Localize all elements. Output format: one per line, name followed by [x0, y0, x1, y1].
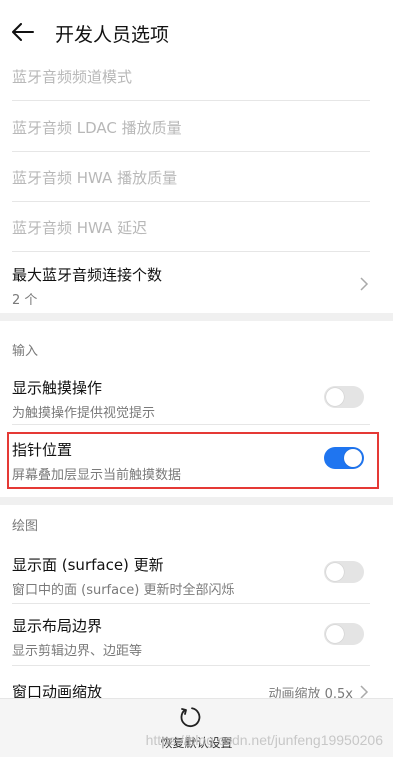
divider	[12, 151, 370, 152]
divider	[12, 100, 370, 101]
item-title: 蓝牙音频 HWA 播放质量	[12, 169, 178, 187]
divider	[12, 665, 370, 666]
item-subtitle: 为触摸操作提供视觉提示	[12, 406, 156, 421]
toggle-knob	[326, 563, 344, 581]
list-item-bt-ldac: 蓝牙音频 LDAC 播放质量	[12, 117, 370, 138]
list-item-bt-max-connections[interactable]: 最大蓝牙音频连接个数 2 个	[12, 264, 370, 308]
layout-bounds-toggle[interactable]	[324, 623, 364, 645]
chevron-right-icon	[359, 684, 369, 699]
toggle-knob	[344, 449, 362, 467]
item-title: 最大蓝牙音频连接个数	[12, 266, 163, 284]
item-subtitle: 2 个	[12, 293, 38, 308]
item-subtitle: 显示剪辑边界、边距等	[12, 644, 143, 659]
item-title: 显示布局边界	[12, 617, 103, 635]
divider	[12, 603, 370, 604]
list-item-surface-updates[interactable]: 显示面 (surface) 更新 窗口中的面 (surface) 更新时全部闪烁	[12, 554, 370, 598]
page-title: 开发人员选项	[55, 24, 170, 46]
list-item-bt-channel-mode: 蓝牙音频频道模式	[12, 66, 370, 87]
app-header: 开发人员选项	[0, 0, 393, 60]
reset-defaults-button[interactable]: 恢复默认设置	[0, 698, 393, 757]
arrow-left-icon[interactable]	[8, 18, 38, 46]
item-title: 显示面 (surface) 更新	[12, 556, 164, 574]
pointer-location-toggle[interactable]	[324, 447, 364, 469]
item-subtitle: 屏幕叠加层显示当前触摸数据	[12, 468, 182, 483]
list-item-pointer-location[interactable]: 指针位置 屏幕叠加层显示当前触摸数据	[12, 439, 370, 483]
chevron-right-icon	[359, 276, 369, 291]
item-title: 蓝牙音频 LDAC 播放质量	[12, 119, 182, 137]
section-gap	[0, 313, 393, 321]
list-item-bt-hwa: 蓝牙音频 HWA 播放质量	[12, 167, 370, 188]
section-gap	[0, 497, 393, 505]
item-subtitle: 窗口中的面 (surface) 更新时全部闪烁	[12, 583, 235, 598]
item-title: 蓝牙音频 HWA 延迟	[12, 219, 148, 237]
divider	[12, 201, 370, 202]
show-touches-toggle[interactable]	[324, 386, 364, 408]
list-item-show-touches[interactable]: 显示触摸操作 为触摸操作提供视觉提示	[12, 377, 370, 421]
toggle-knob	[326, 388, 344, 406]
item-title: 指针位置	[12, 441, 73, 459]
list-item-bt-hwa-delay: 蓝牙音频 HWA 延迟	[12, 217, 370, 238]
section-header-drawing: 绘图	[12, 519, 39, 534]
item-title: 蓝牙音频频道模式	[12, 68, 133, 86]
surface-updates-toggle[interactable]	[324, 561, 364, 583]
list-item-layout-bounds[interactable]: 显示布局边界 显示剪辑边界、边距等	[12, 615, 370, 659]
section-header-input: 输入	[12, 344, 39, 359]
divider	[12, 424, 370, 425]
toggle-knob	[326, 625, 344, 643]
item-title: 显示触摸操作	[12, 379, 103, 397]
reset-icon	[178, 705, 202, 729]
watermark: https://blog.csdn.net/junfeng19950206	[145, 732, 383, 748]
divider	[12, 251, 370, 252]
